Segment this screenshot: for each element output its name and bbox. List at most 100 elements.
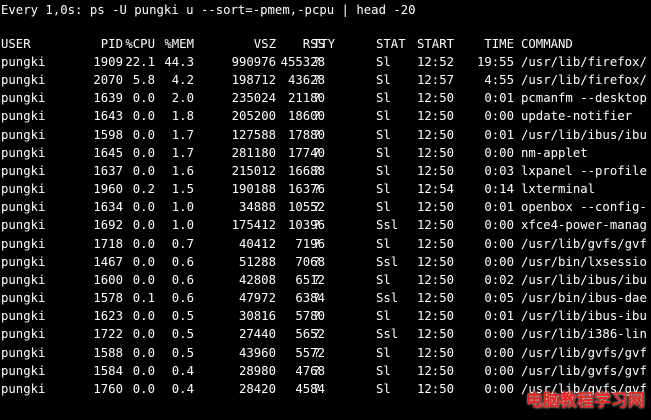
cell-start: 12:50 [417,163,455,178]
cell-stat: Sl [376,345,391,360]
cell-stat: Sl [376,363,391,378]
cell-user: pungki [1,127,46,142]
cell-cpu: 0.0 [132,163,155,178]
cell-tty: ? [313,291,321,306]
cell-user: pungki [1,345,46,360]
cell-stat: Sl [376,182,391,197]
cell-start: 12:50 [417,327,455,342]
cell-pid: 2070 [93,73,123,88]
cell-command: /usr/lib/gvfs/gvf [521,236,647,251]
cell-start: 12:54 [417,182,455,197]
cell-mem: 0.6 [171,254,194,269]
cell-pid: 1692 [93,218,123,233]
col-command: COMMAND [521,37,573,51]
cell-mem: 1.6 [171,163,194,178]
cell-start: 12:50 [417,363,455,378]
cell-start: 12:50 [417,254,455,269]
cell-tty: ? [313,109,321,124]
cell-pid: 1634 [93,200,123,215]
cell-user: pungki [1,73,46,88]
cell-start: 12:50 [417,291,455,306]
cell-time: 0:01 [484,91,514,106]
cell-cpu: 0.0 [132,127,155,142]
cell-time: 0:01 [484,309,514,324]
cell-user: pungki [1,254,46,269]
cell-tty: ? [313,127,321,142]
cell-user: pungki [1,55,46,69]
cell-stat: Sl [376,200,391,215]
col-user: USER [1,37,31,51]
cell-start: 12:50 [417,218,455,233]
cell-command: update-notifier [521,109,633,124]
cell-cpu: 22.1 [125,55,155,69]
cell-pid: 1598 [93,127,123,142]
cell-cpu: 0.1 [132,291,155,306]
cell-stat: Ssl [376,291,399,306]
cell-stat: Sl [376,55,391,69]
cell-command: /usr/lib/i386-lin [521,327,647,342]
watch-header: Every 1,0s: ps -U pungki u --sort=-pmem,… [1,3,416,17]
cell-cpu: 0.0 [132,345,155,360]
cell-stat: Sl [376,381,391,396]
terminal-window[interactable]: Every 1,0s: ps -U pungki u --sort=-pmem,… [0,0,651,420]
cell-tty: ? [313,381,321,396]
cell-mem: 0.4 [171,381,194,396]
cell-time: 0:05 [484,291,514,306]
cell-mem: 1.7 [171,145,194,160]
col-stat: STAT [376,37,406,51]
cell-cpu: 5.8 [132,73,155,88]
cell-command: /usr/lib/firefox/ [521,73,647,88]
cell-tty: ? [313,218,321,233]
cell-stat: Sl [376,109,391,124]
cell-command: /usr/lib/ibus-ibu [521,309,647,324]
cell-tty: ? [313,200,321,215]
cell-tty: ? [313,327,321,342]
column-header-row: USER PID %CPU %MEM VSZ RSS TTY STAT STAR… [0,35,651,53]
cell-mem: 0.6 [171,291,194,306]
cell-time: 0:02 [484,272,514,287]
cell-user: pungki [1,236,46,251]
cell-tty: ? [313,182,321,197]
cell-pid: 1643 [93,109,123,124]
cell-command: pcmanfm --desktop [521,91,647,106]
cell-tty: ? [313,73,321,88]
cell-user: pungki [1,272,46,287]
cell-stat: Sl [376,272,391,287]
cell-pid: 1588 [93,345,123,360]
cell-mem: 0.4 [171,363,194,378]
cell-stat: Ssl [376,218,399,233]
cell-mem: 0.7 [171,236,194,251]
cell-command: /usr/lib/firefox/ [521,55,647,69]
cell-mem: 0.5 [171,309,194,324]
cell-tty: ? [313,236,321,251]
cell-cpu: 0.0 [132,200,155,215]
cell-cpu: 0.0 [132,145,155,160]
cell-stat: Sl [376,127,391,142]
cell-start: 12:50 [417,345,455,360]
cell-time: 0:00 [484,145,514,160]
cell-time: 4:55 [484,73,514,88]
cell-pid: 1584 [93,363,123,378]
cell-tty: ? [313,91,321,106]
cell-start: 12:50 [417,236,455,251]
col-cpu: %CPU [125,37,155,51]
cell-tty: ? [313,163,321,178]
cell-mem: 44.3 [164,55,194,69]
cell-user: pungki [1,363,46,378]
cell-tty: ? [313,145,321,160]
cell-pid: 1623 [93,309,123,324]
cell-time: 0:00 [484,218,514,233]
cell-user: pungki [1,145,46,160]
cell-pid: 1718 [93,236,123,251]
cell-command: openbox --config- [521,200,647,215]
cell-cpu: 0.0 [132,309,155,324]
cell-cpu: 0.2 [132,182,155,197]
cell-time: 0:03 [484,163,514,178]
cell-command: /usr/lib/ibus/ibu [521,272,647,287]
cell-cpu: 0.0 [132,109,155,124]
cell-start: 12:57 [417,73,455,88]
cell-tty: ? [313,309,321,324]
cell-start: 12:50 [417,91,455,106]
cell-cpu: 0.0 [132,254,155,269]
cell-pid: 1760 [93,381,123,396]
